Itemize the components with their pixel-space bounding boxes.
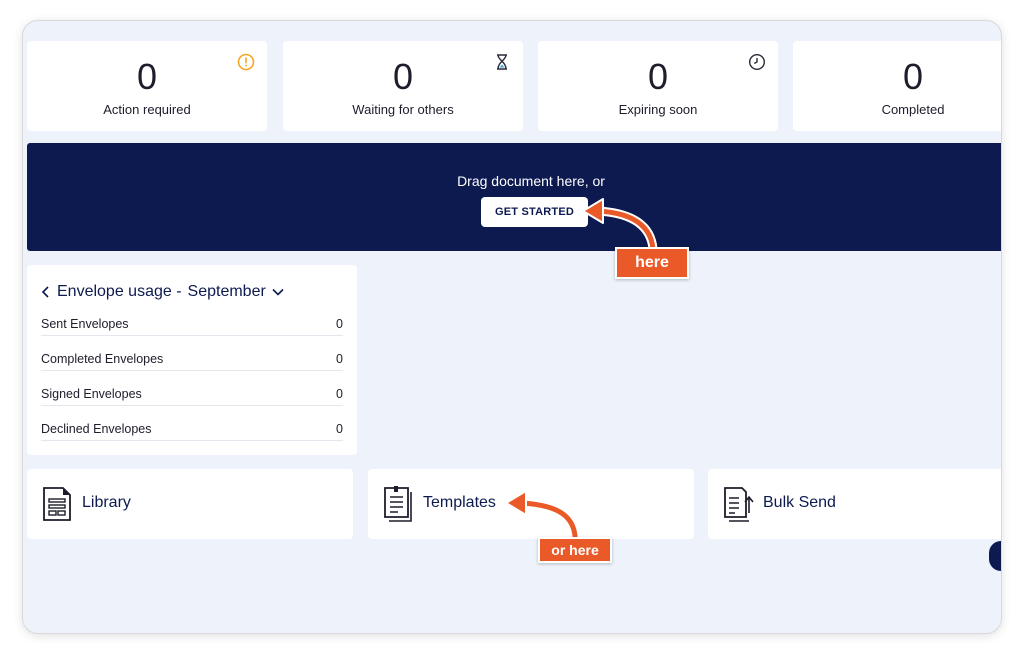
usage-row-label: Completed Envelopes: [41, 352, 164, 366]
library-icon: [43, 487, 71, 521]
usage-row-value: 0: [336, 317, 343, 331]
usage-row-label: Declined Envelopes: [41, 422, 152, 436]
here-callout: here: [615, 247, 689, 279]
usage-row-value: 0: [336, 422, 343, 436]
library-label: Library: [82, 494, 131, 511]
usage-row-signed: Signed Envelopes 0: [41, 384, 343, 406]
get-started-button[interactable]: GET STARTED: [481, 197, 588, 227]
stat-card-completed[interactable]: 0 Completed: [793, 41, 1001, 131]
bulk-send-label: Bulk Send: [763, 494, 836, 511]
usage-row-label: Signed Envelopes: [41, 387, 142, 401]
usage-row-value: 0: [336, 352, 343, 366]
chevron-left-icon[interactable]: [41, 286, 51, 298]
templates-label: Templates: [423, 494, 496, 511]
stat-label: Expiring soon: [618, 102, 698, 117]
app-frame: 0 Action required 0 Waiting for others 0…: [22, 20, 1002, 634]
templates-tile[interactable]: Templates: [368, 469, 694, 539]
usage-row-declined: Declined Envelopes 0: [41, 419, 343, 441]
chevron-down-icon[interactable]: [272, 287, 284, 297]
stat-value: 0: [392, 56, 414, 97]
templates-icon: [384, 486, 412, 522]
stat-value: 0: [647, 56, 669, 97]
usage-row-value: 0: [336, 387, 343, 401]
library-tile[interactable]: Library: [27, 469, 353, 539]
envelope-usage-card: Envelope usage - September Sent Envelope…: [27, 265, 357, 455]
usage-row-label: Sent Envelopes: [41, 317, 129, 331]
hourglass-icon: [497, 54, 507, 70]
stat-card-waiting-for-others[interactable]: 0 Waiting for others: [283, 41, 523, 131]
envelope-usage-title: Envelope usage -: [57, 283, 182, 300]
help-launcher[interactable]: [989, 541, 1001, 571]
stat-value: 0: [136, 56, 158, 97]
stat-value: 0: [902, 56, 924, 97]
bulk-send-tile[interactable]: Bulk Send: [708, 469, 1001, 539]
stat-label: Completed: [881, 102, 945, 117]
drop-zone-banner[interactable]: Drag document here, or GET STARTED: [27, 143, 1001, 251]
stat-card-action-required[interactable]: 0 Action required: [27, 41, 267, 131]
stat-label: Waiting for others: [352, 102, 454, 117]
clock-icon: [748, 53, 766, 71]
stat-card-expiring-soon[interactable]: 0 Expiring soon: [538, 41, 778, 131]
drop-zone-text: Drag document here, or: [457, 173, 605, 189]
month-selector[interactable]: September: [188, 283, 266, 301]
usage-row-sent: Sent Envelopes 0: [41, 314, 343, 336]
stat-label: Action required: [103, 102, 191, 117]
envelope-usage-header: Envelope usage - September: [41, 283, 284, 301]
alert-circle-icon: [237, 53, 255, 71]
usage-row-completed: Completed Envelopes 0: [41, 349, 343, 371]
bulk-send-icon: [724, 487, 754, 522]
or-here-callout: or here: [538, 537, 612, 563]
